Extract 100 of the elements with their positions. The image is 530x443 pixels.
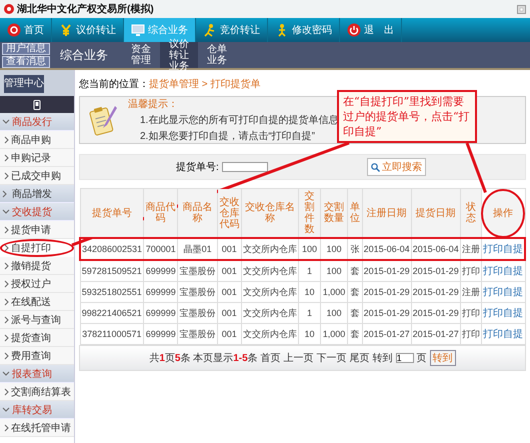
column-header: 提货日期 — [411, 188, 460, 238]
table-cell: 2015-06-04 — [362, 238, 412, 260]
pager-link[interactable]: 首页 — [260, 351, 281, 365]
tip-title: 温馨提示： — [128, 98, 178, 111]
window-title: 湖北华中文化产权交易所(模拟) — [17, 2, 154, 16]
field-label: 提货单号: — [176, 160, 219, 174]
tip-text: 1.在此显示您的所有可打印自提的提货单信息 — [140, 114, 338, 127]
chevron-right-icon — [4, 136, 9, 144]
table-cell: 998221406521 — [80, 302, 144, 324]
table-cell: 597281509521 — [80, 260, 144, 282]
power-icon — [347, 23, 361, 37]
chevron-right-icon — [4, 262, 9, 270]
table-cell: 文交所内仓库 — [241, 260, 299, 282]
person-icon — [203, 23, 217, 37]
table-cell: 文交所内仓库 — [241, 302, 299, 324]
table-cell: 100 — [320, 238, 348, 260]
table-cell: 2015-01-29 — [362, 260, 412, 282]
page-field[interactable]: 1 — [396, 353, 414, 363]
sidebar-item[interactable]: 在线托管申请 — [0, 419, 74, 437]
chevron-down-icon — [2, 406, 10, 414]
logo-icon — [4, 4, 14, 14]
table-cell: 2015-06-04 — [411, 238, 460, 260]
table-cell: 打印 — [460, 260, 482, 282]
pager-summary: 共1页5条 本页显示1-5条 — [149, 352, 258, 365]
device-icon — [33, 100, 41, 110]
sidebar-item[interactable]: 申购记录 — [0, 149, 74, 167]
search-icon — [370, 162, 380, 172]
sidebar-item[interactable]: 授权过户 — [0, 275, 74, 293]
table-cell: 套 — [348, 302, 362, 324]
table-cell: 宝墨股份 — [178, 282, 218, 302]
table-cell: 注册 — [460, 282, 482, 302]
sidebar-item[interactable]: 商品申购 — [0, 131, 74, 149]
sidebar-item[interactable]: 费用查询 — [0, 347, 74, 365]
sidebar-tab[interactable]: 管理中心 — [4, 75, 44, 93]
table-cell: 10 — [298, 282, 320, 302]
table-cell: 文交所内仓库 — [241, 282, 299, 302]
table-cell: 342086002531 — [80, 238, 144, 260]
column-header: 注册日期 — [362, 188, 412, 238]
monitor-icon — [131, 23, 145, 37]
home-icon — [7, 23, 21, 37]
submenu-tab[interactable]: 资金管理 — [122, 42, 160, 68]
sidebar-group[interactable]: 商品发行 — [0, 113, 74, 131]
pager-link[interactable]: 上一页 — [284, 351, 314, 365]
sidebar-item[interactable]: 派号与查询 — [0, 311, 74, 329]
table-cell: 1 — [298, 302, 320, 324]
sidebar-group[interactable]: 商品增发 — [0, 185, 74, 203]
tip-text: 2.如果您要打印自提，请点击“打印自提” — [140, 130, 315, 143]
chevron-right-icon — [4, 424, 9, 432]
sidebar-item[interactable]: 在线配送 — [0, 293, 74, 311]
callout-note: 在“自提打印”里找到需要过户的提货单号，点击“打印自提” — [337, 90, 477, 143]
column-header: 状态 — [460, 188, 482, 238]
chevron-right-icon — [4, 388, 9, 396]
chevron-right-icon — [4, 352, 9, 360]
account-button[interactable]: 用户信息 — [2, 42, 50, 54]
search-field[interactable] — [222, 162, 268, 172]
chevron-right-icon — [4, 226, 9, 234]
column-header: 交收仓库代码 — [217, 188, 242, 238]
breadcrumb-link[interactable]: 提货单管理 > 打印提货单 — [149, 79, 260, 90]
section-title: 综合业务 — [59, 46, 109, 64]
sidebar-item[interactable]: 提货查询 — [0, 329, 74, 347]
chevron-right-icon — [4, 244, 9, 252]
sidebar-item[interactable]: 提货申请 — [0, 221, 74, 239]
table-cell: 2015-01-29 — [411, 282, 460, 302]
table-cell: 2015-01-29 — [411, 260, 460, 282]
pager-label: 转到 — [372, 352, 393, 365]
yen-icon — [59, 23, 73, 37]
table-cell: 100 — [298, 238, 320, 260]
chevron-down-icon — [2, 208, 10, 216]
sidebar-group[interactable]: 库转交易 — [0, 401, 74, 419]
table-cell: 699999 — [144, 260, 178, 282]
chevron-right-icon — [4, 280, 9, 288]
chevron-right-icon — [4, 172, 9, 180]
chevron-down-icon — [2, 370, 10, 378]
sidebar-group[interactable]: 交收提货 — [0, 203, 74, 221]
sidebar-item[interactable]: 自提打印 — [0, 239, 74, 257]
sidebar-item[interactable]: 已成交申购 — [0, 167, 74, 185]
account-button[interactable]: 查看消息 — [2, 56, 50, 68]
table-cell: 晶墨01 — [178, 238, 218, 260]
table-cell: 100 — [320, 260, 348, 282]
column-header: 提货单号 — [80, 188, 144, 238]
pager-link[interactable]: 下一页 — [316, 351, 347, 365]
table-cell: 100 — [320, 302, 348, 324]
sidebar-item[interactable]: 撤销提货 — [0, 257, 74, 275]
table-cell: 001 — [217, 282, 242, 302]
chevron-right-icon — [4, 298, 9, 306]
table-cell: 打印 — [460, 302, 482, 324]
chevron-down-icon — [2, 118, 10, 126]
table-cell: 593251802551 — [80, 282, 144, 302]
breadcrumb-label: 您当前的位置： — [79, 79, 149, 90]
column-header: 操作 — [481, 188, 525, 238]
submenu-tab[interactable]: 仓单业务 — [198, 42, 236, 68]
sidebar-group[interactable]: 报表查询 — [0, 365, 74, 383]
sidebar-item[interactable]: 交割商结算表 — [0, 383, 74, 401]
table-cell: 001 — [217, 302, 242, 324]
column-header: 商品名称 — [178, 188, 218, 238]
table-cell: 001 — [217, 260, 242, 282]
table-cell: 700001 — [144, 238, 178, 260]
chevron-right-icon — [4, 154, 9, 162]
pager-link[interactable]: 尾页 — [350, 351, 370, 365]
table-cell: 宝墨股份 — [178, 302, 218, 324]
